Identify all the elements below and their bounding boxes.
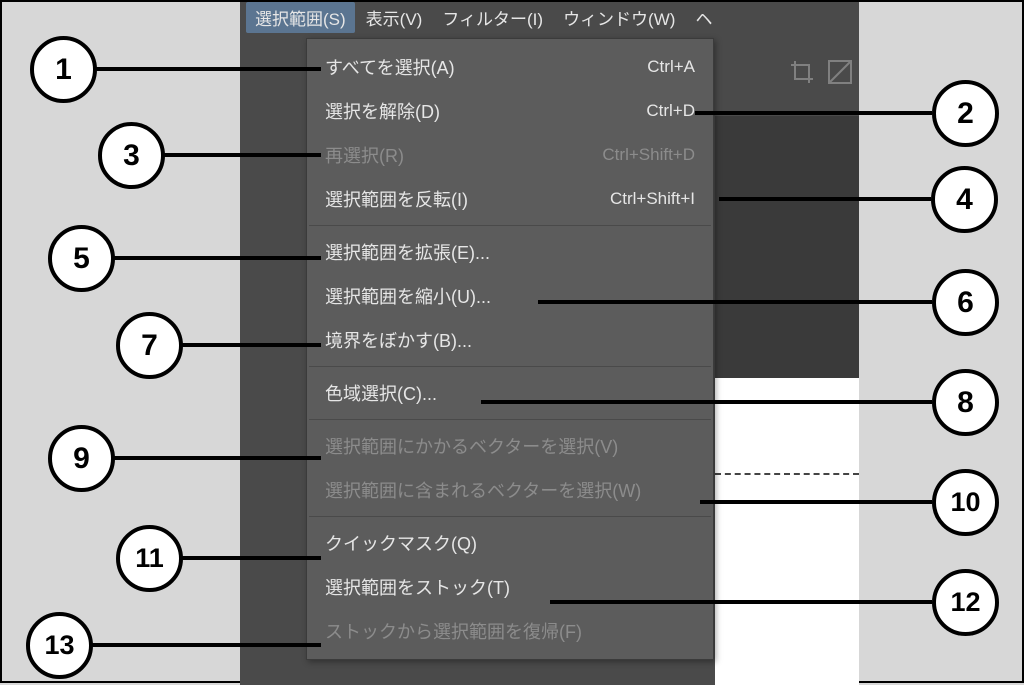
annotation-number: 10 [950,487,980,518]
annotation-number: 9 [73,442,90,476]
menu-separator [309,419,711,420]
annotation-leader-9 [114,456,321,460]
annotation-number: 7 [141,329,158,363]
annotation-leader-12 [550,600,932,604]
annotation-leader-13 [92,643,321,647]
menu-item-label: 選択範囲を反転(I) [325,186,468,212]
annotation-number: 6 [957,286,974,320]
crop-icon [785,55,819,89]
menu-item-shortcut: Ctrl+Shift+I [610,189,695,209]
menu-item-label: 選択範囲にかかるベクターを選択(V) [325,433,618,459]
annotation-circle-3: 3 [98,122,165,189]
menu-item-label: すべてを選択(A) [325,54,455,80]
annotation-number: 2 [957,97,974,131]
menu-bar: 選択範囲(S) 表示(V) フィルター(I) ウィンドウ(W) ヘ [240,2,859,32]
menu-item-14[interactable]: クイックマスク(Q) [307,521,713,565]
menu-item-label: 再選択(R) [325,142,404,168]
annotation-circle-6: 6 [932,269,999,336]
annotation-number: 12 [950,587,980,618]
menu-item-label: 選択範囲に含まれるベクターを選択(W) [325,477,641,503]
annotation-circle-12: 12 [932,569,999,636]
menu-item-11: 選択範囲にかかるベクターを選択(V) [307,424,713,468]
menu-item-6[interactable]: 選択範囲を縮小(U)... [307,274,713,318]
menubar-item-label: ヘ [695,10,712,29]
menubar-item-label: 選択範囲(S) [255,10,346,29]
annotation-leader-5 [114,256,321,260]
annotation-circle-4: 4 [931,166,998,233]
canvas-dashed-line [715,473,859,475]
menu-item-1[interactable]: 選択を解除(D) Ctrl+D [307,89,713,133]
annotation-number: 5 [73,242,90,276]
toolbar-icons-partial [785,42,859,102]
menu-item-label: 色域選択(C)... [325,380,437,406]
selection-menu-dropdown: すべてを選択(A) Ctrl+A 選択を解除(D) Ctrl+D 再選択(R) Ctrl+… [306,38,714,660]
annotation-leader-8 [481,400,932,404]
annotation-circle-13: 13 [26,612,93,679]
annotation-leader-2 [695,111,932,115]
annotation-leader-1 [96,67,321,71]
menu-item-label: 選択を解除(D) [325,98,440,124]
menubar-item-2[interactable]: フィルター(I) [433,2,552,33]
annotation-number: 13 [44,630,74,661]
menu-item-5[interactable]: 選択範囲を拡張(E)... [307,230,713,274]
menu-item-9[interactable]: 色域選択(C)... [307,371,713,415]
screenshot-frame: 選択範囲(S) 表示(V) フィルター(I) ウィンドウ(W) ヘ すべてを選択(A) C… [0,0,1024,683]
menubar-item-label: フィルター(I) [442,10,543,29]
menu-item-shortcut: Ctrl+A [647,57,695,77]
menubar-item-3[interactable]: ウィンドウ(W) [554,2,684,33]
menu-item-7[interactable]: 境界をぼかす(B)... [307,318,713,362]
canvas-white-area [715,378,859,685]
annotation-circle-9: 9 [48,425,115,492]
annotation-number: 3 [123,139,140,173]
menu-item-label: クイックマスク(Q) [325,530,477,556]
menu-item-12: 選択範囲に含まれるベクターを選択(W) [307,468,713,512]
menu-separator [309,516,711,517]
annotation-circle-2: 2 [932,80,999,147]
menu-item-label: 選択範囲を拡張(E)... [325,239,490,265]
annotation-number: 1 [55,53,72,87]
annotation-circle-7: 7 [116,312,183,379]
menu-item-3[interactable]: 選択範囲を反転(I) Ctrl+Shift+I [307,177,713,221]
annotation-leader-7 [182,343,321,347]
menubar-item-1[interactable]: 表示(V) [357,2,432,33]
menu-item-shortcut: Ctrl+D [646,101,695,121]
menu-item-16: ストックから選択範囲を復帰(F) [307,609,713,653]
menu-item-0[interactable]: すべてを選択(A) Ctrl+A [307,45,713,89]
annotation-number: 8 [957,386,974,420]
menubar-item-4[interactable]: ヘ [686,2,721,33]
menu-item-label: 選択範囲をストック(T) [325,574,510,600]
menu-item-shortcut: Ctrl+Shift+D [602,145,695,165]
annotation-number: 11 [135,543,164,574]
diagonal-icon [823,55,857,89]
annotation-circle-11: 11 [116,525,183,592]
annotation-leader-6 [538,300,932,304]
menubar-item-label: ウィンドウ(W) [563,10,675,29]
menu-item-2: 再選択(R) Ctrl+Shift+D [307,133,713,177]
menubar-item-label: 表示(V) [366,10,423,29]
annotation-leader-11 [182,556,321,560]
menu-item-label: ストックから選択範囲を復帰(F) [325,618,582,644]
menu-separator [309,366,711,367]
annotation-leader-4 [719,197,931,201]
annotation-number: 4 [956,183,973,217]
menu-separator [309,225,711,226]
annotation-leader-10 [700,500,932,504]
annotation-circle-10: 10 [932,469,999,536]
annotation-circle-8: 8 [932,369,999,436]
menu-item-label: 境界をぼかす(B)... [325,327,472,353]
annotation-circle-5: 5 [48,225,115,292]
menu-item-label: 選択範囲を縮小(U)... [325,283,491,309]
annotation-circle-1: 1 [30,36,97,103]
app-panel: 選択範囲(S) 表示(V) フィルター(I) ウィンドウ(W) ヘ すべてを選択(A) C… [240,2,859,685]
menubar-item-0[interactable]: 選択範囲(S) [246,2,355,33]
annotation-leader-3 [164,153,321,157]
